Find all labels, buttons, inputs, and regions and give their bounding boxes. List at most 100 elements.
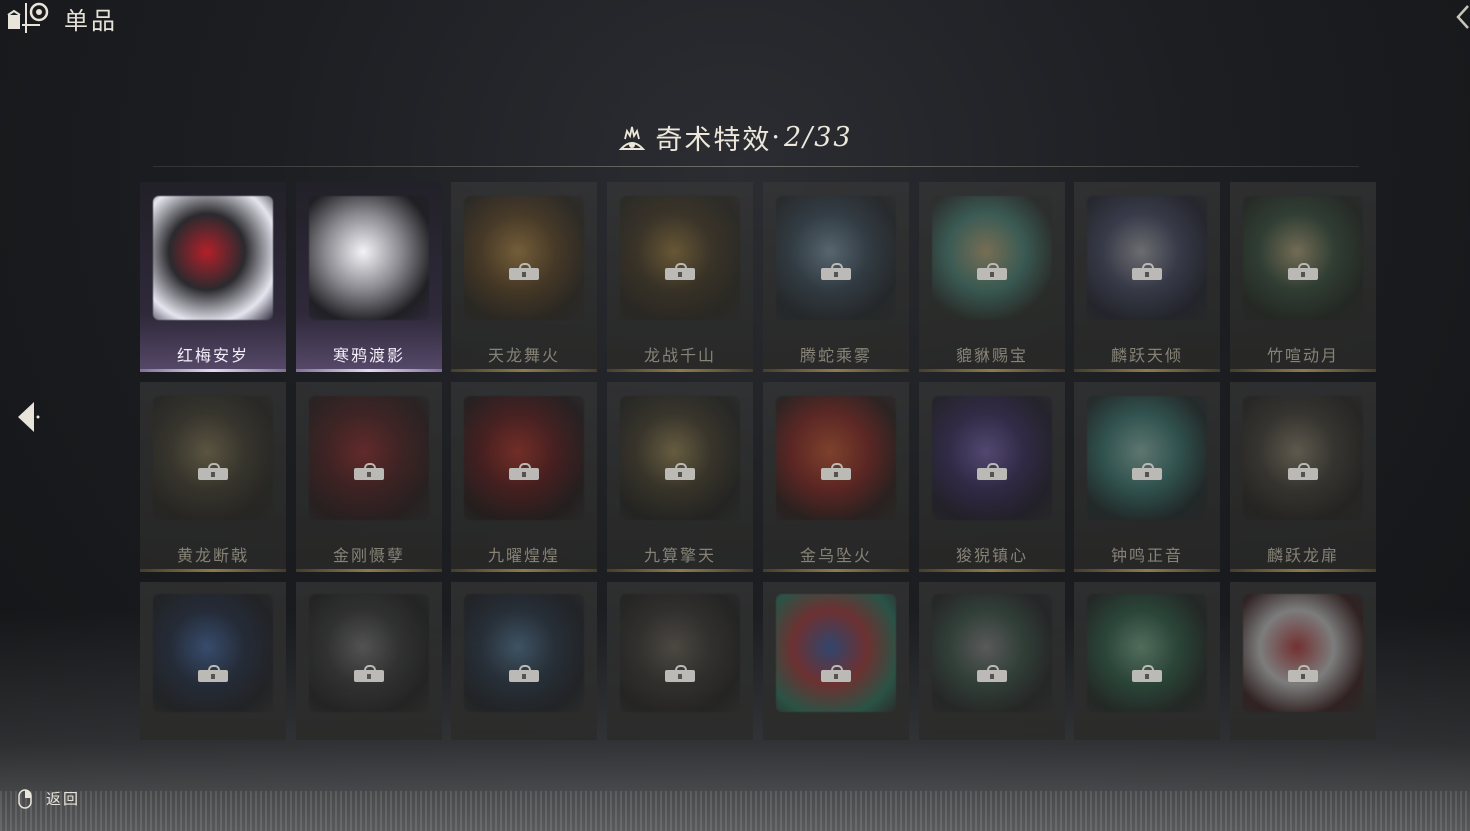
item-name: 黄龙断戟: [176, 546, 249, 565]
item-card[interactable]: 狻猊镇心: [919, 382, 1065, 572]
divider: [153, 166, 1359, 167]
item-name: 狻猊镇心: [955, 546, 1028, 565]
item-card[interactable]: 金乌坠火: [763, 382, 909, 572]
lock-icon: [821, 463, 851, 480]
effect-preview-star-ring: [464, 594, 584, 712]
item-name: 天龙舞火: [487, 346, 560, 365]
lock-icon: [1288, 665, 1318, 682]
lock-icon: [977, 263, 1007, 280]
card-edge: [1230, 569, 1376, 572]
item-name: 钟鸣正音: [1110, 546, 1183, 565]
item-card[interactable]: [919, 582, 1065, 740]
card-edge: [296, 369, 442, 372]
item-card[interactable]: [296, 582, 442, 740]
item-card[interactable]: 寒鸦渡影: [296, 182, 442, 372]
back-button[interactable]: 返回: [18, 788, 80, 809]
item-name: 金刚慑孽: [332, 546, 405, 565]
card-edge: [763, 369, 909, 372]
card-edge: [296, 569, 442, 572]
effect-preview-treasure-beast: [932, 196, 1052, 320]
section-heading: 奇术特效 · 2/33: [0, 118, 1470, 157]
item-name: 腾蛇乘雾: [799, 346, 872, 365]
item-card[interactable]: 腾蛇乘雾: [763, 182, 909, 372]
effect-preview-fire-bird: [776, 396, 896, 520]
lock-icon: [198, 665, 228, 682]
section-separator: ·: [771, 122, 782, 153]
effect-preview-golden-dragon: [620, 196, 740, 320]
item-card[interactable]: 龙战千山: [607, 182, 753, 372]
effect-preview-painted-rock: [776, 594, 896, 712]
item-name: 麟跃天倾: [1110, 346, 1183, 365]
lock-icon: [509, 263, 539, 280]
card-edge: [919, 369, 1065, 372]
lock-icon: [1288, 263, 1318, 280]
item-card[interactable]: [1230, 582, 1376, 740]
item-card[interactable]: 黄龙断戟: [140, 382, 286, 572]
item-card[interactable]: 天龙舞火: [451, 182, 597, 372]
item-card[interactable]: 金刚慑孽: [296, 382, 442, 572]
item-name: 寒鸦渡影: [332, 346, 405, 365]
item-name: 龙战千山: [643, 346, 716, 365]
item-card[interactable]: 红梅安岁: [140, 182, 286, 372]
item-card[interactable]: [763, 582, 909, 740]
effect-preview-jade-bell: [1087, 396, 1207, 520]
gift-box-icon: [6, 1, 50, 35]
top-bar: 单品: [6, 0, 118, 36]
lock-icon: [665, 665, 695, 682]
background-ground: [0, 791, 1470, 831]
lock-icon: [1132, 463, 1162, 480]
item-name: 麟跃龙扉: [1266, 546, 1339, 565]
back-label: 返回: [46, 790, 81, 808]
item-card[interactable]: 麟跃龙扉: [1230, 382, 1376, 572]
card-edge: [451, 369, 597, 372]
card-edge: [451, 569, 597, 572]
lock-icon: [1132, 263, 1162, 280]
effect-preview-red-crane: [1243, 594, 1363, 712]
item-name: 竹喧动月: [1266, 346, 1339, 365]
effect-preview-golden-burst: [620, 396, 740, 520]
item-card[interactable]: 九曜煌煌: [451, 382, 597, 572]
item-card[interactable]: [451, 582, 597, 740]
lock-icon: [977, 463, 1007, 480]
effect-preview-gate-pavilion: [1243, 396, 1363, 520]
item-name: 九曜煌煌: [487, 546, 560, 565]
lock-icon: [665, 263, 695, 280]
card-edge: [1074, 369, 1220, 372]
item-card[interactable]: 钟鸣正音: [1074, 382, 1220, 572]
card-edge: [763, 569, 909, 572]
item-card[interactable]: [140, 582, 286, 740]
mouse-right-icon: [18, 788, 32, 809]
card-edge: [140, 369, 286, 372]
effect-preview-mist-serpent: [776, 196, 896, 320]
effect-preview-red-eye: [464, 396, 584, 520]
effect-preview-crow-vortex: [309, 196, 429, 320]
lock-icon: [1132, 665, 1162, 682]
effect-preview-moon-rider: [1087, 196, 1207, 320]
lock-icon: [1288, 463, 1318, 480]
item-card[interactable]: 貔貅赐宝: [919, 182, 1065, 372]
card-edge: [919, 569, 1065, 572]
effect-preview-yellow-dragon: [153, 396, 273, 520]
card-edge: [1230, 369, 1376, 372]
lock-icon: [509, 665, 539, 682]
section-title: 奇术特效: [655, 125, 772, 156]
page-title: 单品: [64, 6, 118, 35]
lock-icon: [198, 463, 228, 480]
lock-icon: [354, 665, 384, 682]
item-name: 金乌坠火: [799, 546, 872, 565]
chevron-left-icon[interactable]: [1454, 2, 1470, 32]
arrow-left-icon[interactable]: [16, 400, 40, 434]
item-card[interactable]: 麟跃天倾: [1074, 182, 1220, 372]
item-card[interactable]: 竹喧动月: [1230, 182, 1376, 372]
effect-preview-jade-flower: [1087, 594, 1207, 712]
lock-icon: [509, 463, 539, 480]
item-card[interactable]: 九算擎天: [607, 382, 753, 572]
effect-preview-purple-lion: [932, 396, 1052, 520]
item-card[interactable]: [607, 582, 753, 740]
effect-preview-full-moon: [1243, 196, 1363, 320]
card-edge: [607, 369, 753, 372]
effect-preview-golden-dragon: [464, 196, 584, 320]
item-card[interactable]: [1074, 582, 1220, 740]
effect-preview-constellation: [153, 594, 273, 712]
effect-preview-red-guardian: [309, 396, 429, 520]
